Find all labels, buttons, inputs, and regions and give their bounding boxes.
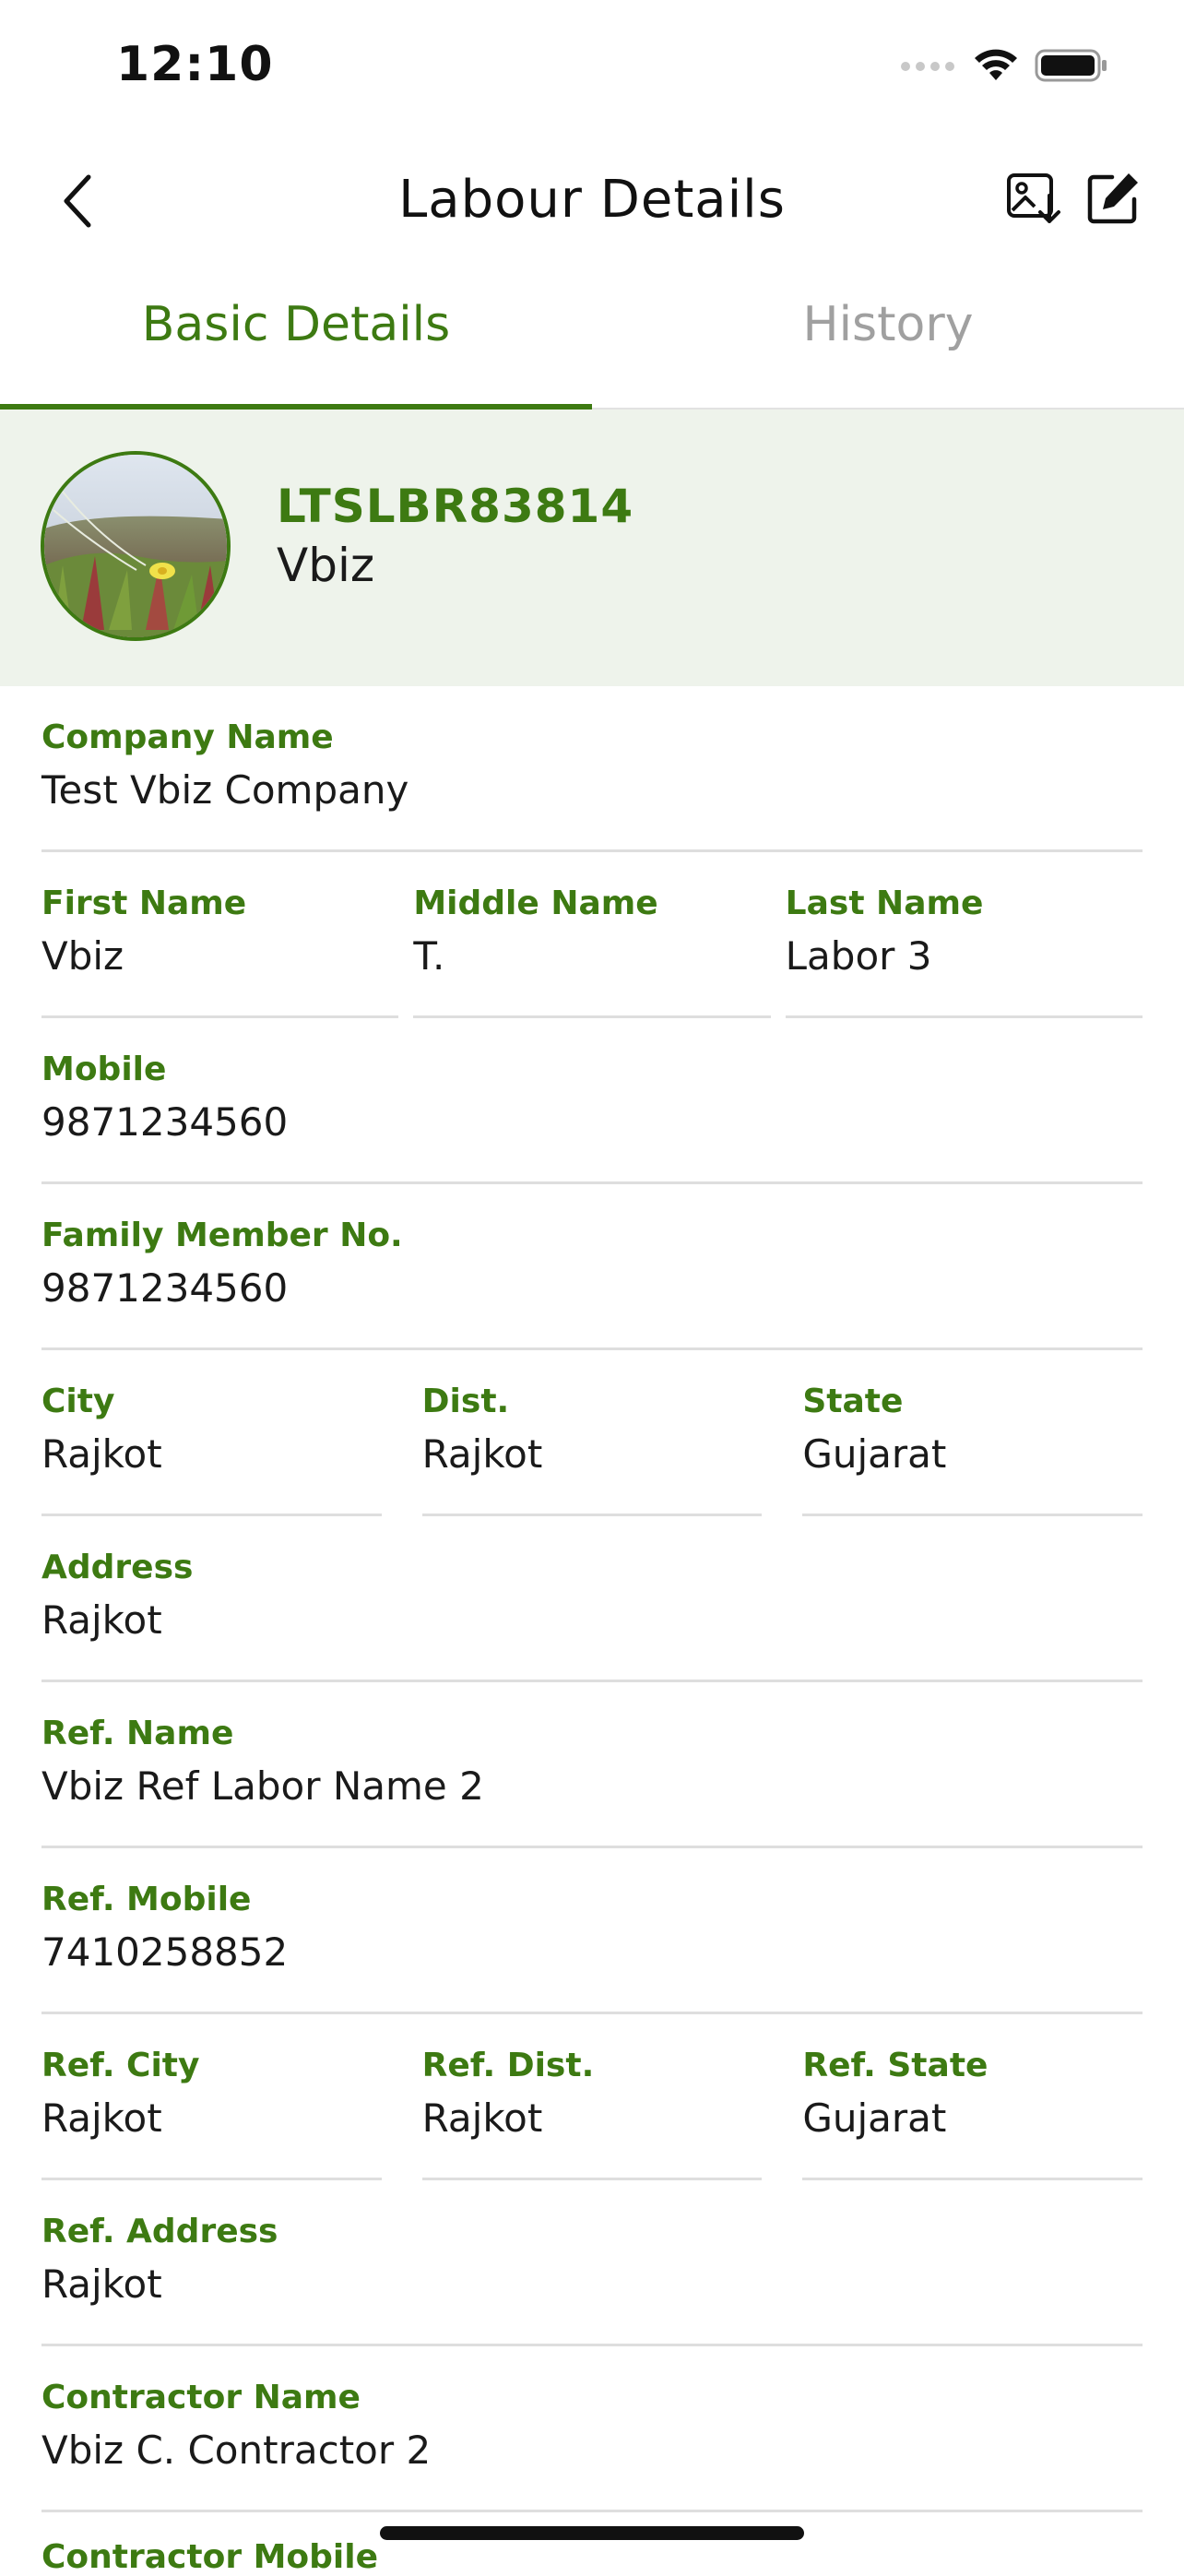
- field-mobile: Mobile 9871234560: [41, 1018, 1143, 1184]
- field-middle-name: Middle Name T.: [413, 852, 771, 1018]
- field-label: Ref. Mobile: [41, 1881, 252, 1918]
- status-time: 12:10: [116, 37, 274, 92]
- labour-name: Vbiz: [277, 539, 375, 592]
- field-ref-name: Ref. Name Vbiz Ref Labor Name 2: [41, 1682, 1143, 1848]
- row-family-member: Family Member No. 9871234560: [41, 1184, 1143, 1350]
- field-value: T.: [413, 933, 445, 979]
- row-contractor-name: Contractor Name Vbiz C. Contractor 2: [41, 2346, 1143, 2512]
- field-value: Gujarat: [802, 1431, 947, 1477]
- field-value: Rajkot: [41, 2261, 162, 2307]
- edit-button[interactable]: [1081, 168, 1145, 232]
- field-label: Ref. State: [802, 2047, 989, 2084]
- field-label: Company Name: [41, 718, 334, 756]
- field-label: Contractor Name: [41, 2379, 361, 2416]
- field-company-name: Company Name Test Vbiz Company: [41, 686, 1143, 852]
- field-state: State Gujarat: [802, 1350, 1143, 1516]
- details-form: Company Name Test Vbiz Company First Nam…: [41, 686, 1143, 2512]
- field-label: First Name: [41, 884, 247, 922]
- field-value: Test Vbiz Company: [41, 767, 409, 813]
- field-address: Address Rajkot: [41, 1516, 1143, 1682]
- labour-id: LTSLBR83814: [277, 480, 634, 533]
- image-download-icon: [1005, 170, 1062, 231]
- field-dist: Dist. Rajkot: [421, 1350, 763, 1516]
- tab-basic-details[interactable]: Basic Details: [0, 277, 592, 410]
- field-ref-city: Ref. City Rajkot: [41, 2014, 382, 2180]
- row-address: Address Rajkot: [41, 1516, 1143, 1682]
- wifi-icon: [972, 47, 1020, 88]
- field-label: Dist.: [421, 1383, 510, 1420]
- field-value: Rajkot: [41, 1431, 162, 1477]
- field-label: Last Name: [785, 884, 984, 922]
- row-ref-address: Ref. Address Rajkot: [41, 2180, 1143, 2346]
- row-company: Company Name Test Vbiz Company: [41, 686, 1143, 852]
- app-header: Labour Details: [0, 138, 1184, 263]
- field-label: Address: [41, 1549, 194, 1586]
- field-label: Ref. Name: [41, 1715, 234, 1752]
- field-city: City Rajkot: [41, 1350, 382, 1516]
- field-label: State: [802, 1383, 904, 1420]
- field-value: Rajkot: [41, 1597, 162, 1643]
- field-value: 9871234560: [41, 1265, 289, 1311]
- field-label: Middle Name: [413, 884, 658, 922]
- tab-bar: Basic Details History: [0, 277, 1184, 410]
- field-ref-state: Ref. State Gujarat: [802, 2014, 1143, 2180]
- field-ref-mobile: Ref. Mobile 7410258852: [41, 1848, 1143, 2014]
- status-icons: [900, 44, 1108, 90]
- field-label: City: [41, 1383, 115, 1420]
- field-label: Family Member No.: [41, 1217, 403, 1254]
- field-value: Vbiz: [41, 933, 124, 979]
- field-value: 7410258852: [41, 1929, 289, 1975]
- field-value: Vbiz Ref Labor Name 2: [41, 1763, 484, 1809]
- field-value: Gujarat: [802, 2095, 947, 2141]
- home-indicator[interactable]: [380, 2526, 804, 2540]
- tab-history[interactable]: History: [592, 277, 1184, 408]
- field-ref-dist: Ref. Dist. Rajkot: [421, 2014, 763, 2180]
- field-last-name: Last Name Labor 3: [785, 852, 1143, 1018]
- field-value: Rajkot: [421, 1431, 543, 1477]
- field-contractor-name: Contractor Name Vbiz C. Contractor 2: [41, 2346, 1143, 2512]
- edit-icon: [1084, 170, 1142, 231]
- field-value: Labor 3: [785, 933, 932, 979]
- field-first-name: First Name Vbiz: [41, 852, 399, 1018]
- field-label: Ref. Address: [41, 2213, 278, 2250]
- field-value: Rajkot: [41, 2095, 162, 2141]
- row-location: City Rajkot Dist. Rajkot State Gujarat: [41, 1350, 1143, 1516]
- header-actions: [1001, 168, 1145, 232]
- battery-icon: [1035, 47, 1108, 88]
- row-ref-mobile: Ref. Mobile 7410258852: [41, 1848, 1143, 2014]
- field-label: Ref. Dist.: [421, 2047, 595, 2084]
- row-ref-name: Ref. Name Vbiz Ref Labor Name 2: [41, 1682, 1143, 1848]
- profile-card: LTSLBR83814 Vbiz: [0, 410, 1184, 686]
- row-mobile: Mobile 9871234560: [41, 1018, 1143, 1184]
- field-value: Rajkot: [421, 2095, 543, 2141]
- field-label: Mobile: [41, 1051, 167, 1088]
- status-bar: 12:10: [0, 0, 1184, 134]
- field-ref-address: Ref. Address Rajkot: [41, 2180, 1143, 2346]
- field-value: 9871234560: [41, 1099, 289, 1145]
- field-contractor-mobile-label: Contractor Mobile: [41, 2538, 379, 2576]
- field-label: Ref. City: [41, 2047, 200, 2084]
- avatar[interactable]: [41, 451, 231, 641]
- image-download-button[interactable]: [1001, 168, 1066, 232]
- row-names: First Name Vbiz Middle Name T. Last Name…: [41, 852, 1143, 1018]
- signal-dots-icon: [900, 59, 957, 77]
- field-family-member-no: Family Member No. 9871234560: [41, 1184, 1143, 1350]
- row-ref-location: Ref. City Rajkot Ref. Dist. Rajkot Ref. …: [41, 2014, 1143, 2180]
- field-value: Vbiz C. Contractor 2: [41, 2428, 432, 2473]
